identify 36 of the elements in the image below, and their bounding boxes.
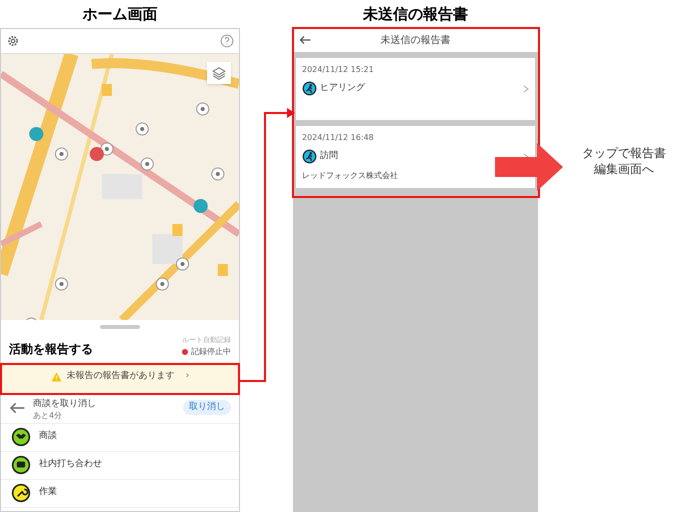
- sheet-handle[interactable]: [100, 325, 140, 329]
- report-datetime: 2024/11/12 15:21: [302, 64, 375, 76]
- help-icon[interactable]: [220, 34, 234, 48]
- customer-name: レッドフォックス株式会社: [302, 170, 399, 182]
- warning-icon: [50, 372, 62, 382]
- report-card[interactable]: 2024/11/12 15:21 ヒアリング: [296, 58, 535, 120]
- note-text: 編集画面へ: [593, 161, 655, 177]
- chevron: ›: [186, 370, 190, 384]
- cancel-button[interactable]: 取り消し: [183, 400, 231, 416]
- activity-item[interactable]: 社内打ち合わせ: [1, 452, 239, 480]
- banner-text: 未報告の報告書があります: [66, 370, 175, 384]
- running-person-icon: [302, 81, 317, 96]
- layers-icon: [212, 66, 226, 80]
- activity-item[interactable]: 作業: [1, 480, 239, 508]
- report-card[interactable]: 2024/11/12 16:48 訪問 レッドフォックス株式会社: [296, 126, 535, 188]
- undo-remaining: あと4分: [33, 410, 64, 420]
- chevron-icon: [523, 84, 529, 92]
- activity-name: 訪問: [320, 150, 339, 163]
- screen-caption: ホーム画面: [82, 4, 158, 25]
- unsent-report-banner[interactable]: 未報告の報告書があります ›: [1, 362, 239, 392]
- chat-icon: [11, 455, 31, 475]
- sheet-title: 活動を報告する: [9, 340, 93, 358]
- screen-caption: 未送信の報告書: [362, 4, 469, 25]
- activity-item[interactable]: 商談: [1, 424, 239, 452]
- report-datetime: 2024/11/12 16:48: [302, 132, 375, 144]
- settings-icon[interactable]: [6, 34, 20, 48]
- note-text: タップで報告書: [581, 145, 667, 161]
- big-arrow-icon: [495, 143, 563, 191]
- activity-name: ヒアリング: [320, 82, 366, 95]
- screen-title: 未送信の報告書: [380, 34, 450, 48]
- back-arrow-icon[interactable]: [9, 402, 25, 414]
- undo-title: 商談を取り消し: [33, 398, 97, 410]
- running-person-icon: [302, 149, 317, 164]
- route-status: 記録停止中: [191, 346, 231, 358]
- layers-button[interactable]: [207, 62, 231, 84]
- back-arrow-icon[interactable]: [299, 35, 311, 45]
